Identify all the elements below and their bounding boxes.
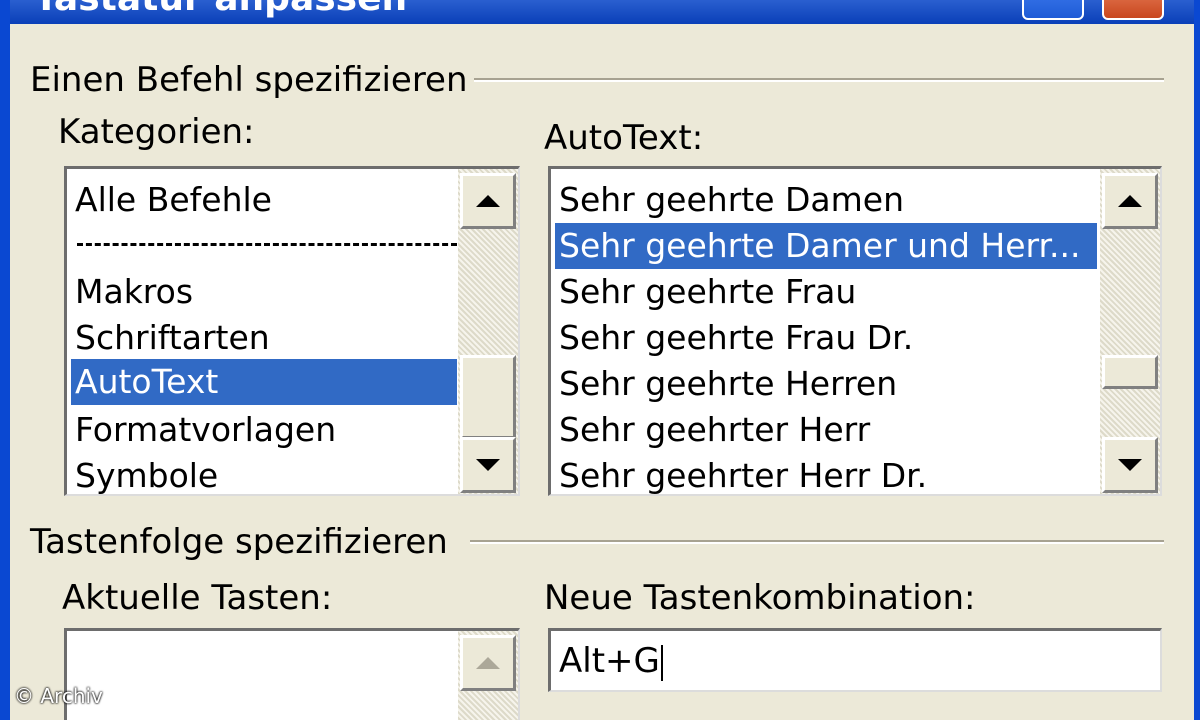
autotext-item[interactable]: Sehr geehrter Herr Dr. <box>555 453 927 494</box>
categories-scroll-thumb[interactable] <box>460 355 516 439</box>
autotext-scroll-up-button[interactable] <box>1102 173 1158 229</box>
categories-label: Kategorien: <box>58 112 255 152</box>
arrow-up-icon <box>476 657 500 669</box>
text-caret <box>660 644 663 681</box>
categories-scroll-up-button[interactable] <box>460 173 516 229</box>
category-separator <box>77 243 457 246</box>
category-item-macros[interactable]: Makros <box>71 269 193 315</box>
window-frame-right <box>1194 0 1200 720</box>
window-title: Tastatur anpassen <box>34 0 407 19</box>
autotext-label: AutoText: <box>544 118 703 158</box>
command-group-title: Einen Befehl spezifizieren <box>30 60 468 100</box>
autotext-scrollbar[interactable] <box>1100 169 1160 494</box>
window-frame-left <box>0 0 10 720</box>
categories-scroll-down-button[interactable] <box>460 437 516 493</box>
autotext-item[interactable]: Sehr geehrter Herr <box>555 407 870 453</box>
categories-listbox[interactable]: Alle Befehle Makros Schriftarten AutoTex… <box>64 166 520 496</box>
categories-label-text: Kategorien: <box>58 112 255 152</box>
category-item-styles[interactable]: Formatvorlagen <box>71 407 336 453</box>
keys-group-title: Tastenfolge spezifizieren <box>30 522 448 562</box>
copyright-watermark: © Archiv <box>14 684 103 708</box>
current-keys-scroll-up-button[interactable] <box>460 635 516 691</box>
new-shortcut-value: Alt+G <box>559 641 660 681</box>
autotext-item-selected[interactable]: Sehr geehrte Damer und Herr... <box>555 223 1097 269</box>
current-keys-scrollbar[interactable] <box>458 631 518 720</box>
current-keys-listbox[interactable] <box>64 628 520 720</box>
current-keys-label-text: Aktuelle Tasten: <box>62 578 333 618</box>
categories-scrollbar[interactable] <box>458 169 518 494</box>
autotext-item[interactable]: Sehr geehrte Damen <box>555 177 904 223</box>
arrow-up-icon <box>476 195 500 207</box>
category-item-symbols[interactable]: Symbole <box>71 453 218 494</box>
title-bar: Tastatur anpassen <box>0 0 1200 24</box>
autotext-scroll-thumb[interactable] <box>1102 355 1158 389</box>
close-button[interactable] <box>1102 0 1164 20</box>
category-item-fonts[interactable]: Schriftarten <box>71 315 270 361</box>
current-keys-label: Aktuelle Tasten: <box>62 578 332 618</box>
new-shortcut-label-text: Neue Tastenkombination: <box>544 578 976 618</box>
autotext-item[interactable]: Sehr geehrte Herren <box>555 361 897 407</box>
arrow-down-icon <box>1118 459 1142 471</box>
help-button[interactable] <box>1022 0 1084 20</box>
keys-group-divider <box>470 540 1164 544</box>
autotext-item[interactable]: Sehr geehrte Frau <box>555 269 856 315</box>
autotext-listbox[interactable]: Sehr geehrte Damen Sehr geehrte Damer un… <box>548 166 1162 496</box>
arrow-down-icon <box>476 459 500 471</box>
new-shortcut-input[interactable]: Alt+G <box>548 628 1162 692</box>
command-group-divider <box>474 78 1164 82</box>
autotext-scroll-down-button[interactable] <box>1102 437 1158 493</box>
new-shortcut-label: Neue Tastenkombination: <box>544 578 976 618</box>
autotext-label-text: AutoText: <box>544 118 704 158</box>
category-item-all-commands[interactable]: Alle Befehle <box>71 177 272 223</box>
category-item-autotext[interactable]: AutoText <box>71 359 457 405</box>
autotext-item[interactable]: Sehr geehrte Frau Dr. <box>555 315 913 361</box>
arrow-up-icon <box>1118 195 1142 207</box>
